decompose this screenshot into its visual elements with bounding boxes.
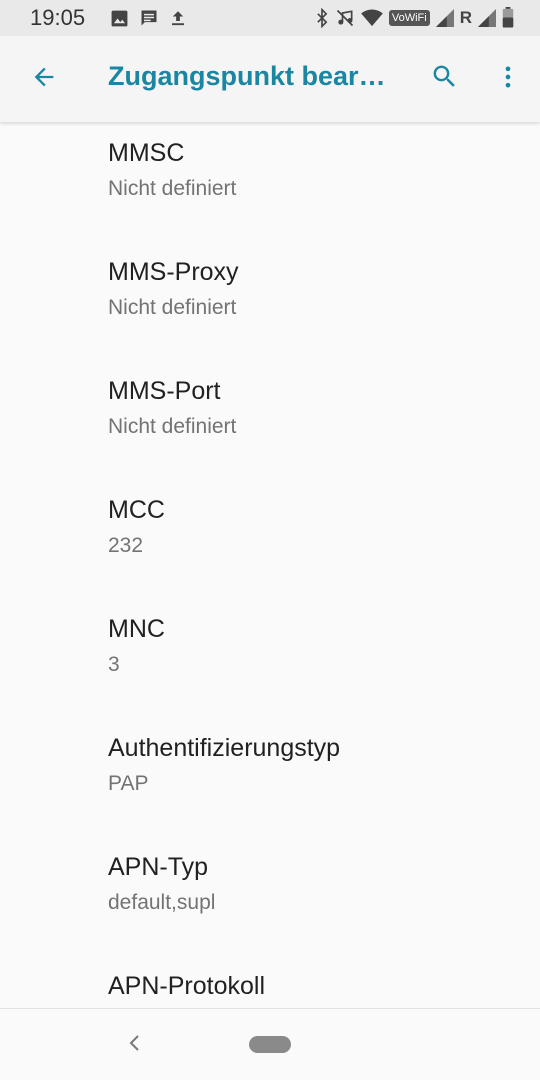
search-icon: [430, 62, 459, 96]
pref-summary: Nicht definiert: [108, 415, 237, 438]
pref-title: MMS-Proxy: [108, 258, 239, 286]
system-icons: VoWiFi R: [315, 7, 514, 28]
pref-summary: PAP: [108, 772, 149, 795]
pref-item-apn-type[interactable]: APN-Typ default,supl: [0, 836, 540, 955]
pref-title: MMS-Port: [108, 377, 221, 405]
pref-item-mms-port[interactable]: MMS-Port Nicht definiert: [0, 360, 540, 479]
nav-back-icon: [126, 1033, 142, 1058]
image-icon: [110, 9, 129, 28]
notification-icons: [110, 8, 187, 28]
pref-title: MMSC: [108, 139, 185, 167]
pref-title: APN-Protokoll: [108, 972, 265, 1000]
nav-back-button[interactable]: [120, 1031, 148, 1059]
pref-summary: 232: [108, 534, 144, 557]
pref-title: MNC: [108, 615, 165, 643]
pref-item-mcc[interactable]: MCC 232: [0, 479, 540, 598]
pref-item-mnc[interactable]: MNC 3: [0, 598, 540, 717]
signal-icon: [435, 8, 454, 27]
apn-edit-screen: 19:05 VoWiFi R Zugangspunkt bear… MMSC N…: [0, 0, 540, 1080]
app-bar: Zugangspunkt bear…: [0, 36, 540, 122]
bluetooth-icon: [315, 7, 329, 28]
signal-icon: [478, 8, 496, 27]
roaming-icon: R: [459, 7, 472, 27]
apn-settings-list: MMSC Nicht definiert MMS-Proxy Nicht def…: [0, 122, 540, 1008]
music-off-icon: [335, 8, 355, 28]
pref-item-auth-type[interactable]: Authentifizierungstyp PAP: [0, 717, 540, 836]
pref-item-apn-protocol[interactable]: APN-Protokoll: [0, 955, 540, 1008]
search-button[interactable]: [422, 57, 466, 101]
upload-icon: [169, 8, 187, 28]
pref-summary: Nicht definiert: [108, 296, 237, 319]
overflow-menu-button[interactable]: [486, 57, 530, 101]
pref-summary: Nicht definiert: [108, 177, 237, 200]
navigation-bar: [0, 1008, 540, 1080]
pref-summary: default,supl: [108, 891, 216, 914]
pref-title: MCC: [108, 496, 165, 524]
pref-title: APN-Typ: [108, 853, 209, 881]
vowifi-badge: VoWiFi: [388, 9, 430, 26]
status-time: 19:05: [30, 5, 86, 30]
pref-item-mmsc[interactable]: MMSC Nicht definiert: [0, 122, 540, 241]
back-button[interactable]: [22, 57, 66, 101]
pref-title: Authentifizierungstyp: [108, 734, 341, 762]
wifi-icon: [361, 8, 383, 27]
battery-icon: [502, 7, 514, 28]
status-bar: 19:05 VoWiFi R: [0, 0, 540, 36]
pref-item-mms-proxy[interactable]: MMS-Proxy Nicht definiert: [0, 241, 540, 360]
page-title: Zugangspunkt bear…: [108, 61, 386, 91]
more-vert-icon: [494, 63, 522, 96]
pref-summary: 3: [108, 653, 120, 676]
message-icon: [139, 8, 159, 28]
home-pill-icon[interactable]: [249, 1036, 291, 1053]
arrow-back-icon: [30, 63, 58, 96]
